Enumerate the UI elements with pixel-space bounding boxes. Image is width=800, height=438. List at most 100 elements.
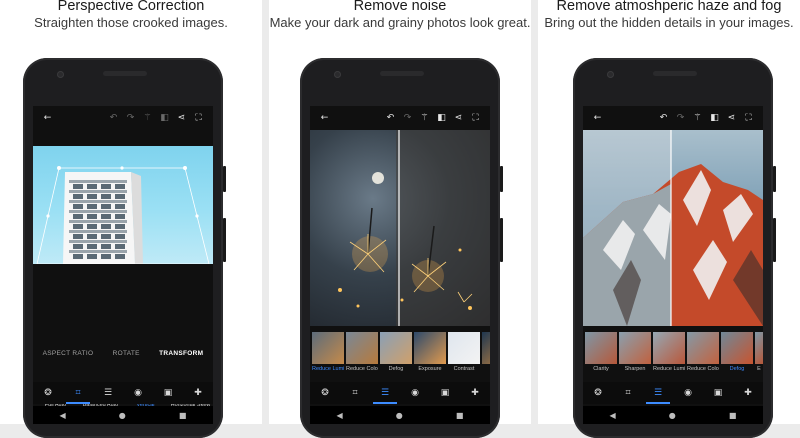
fullscreen-icon[interactable]: ⛶: [740, 113, 757, 123]
undo-icon[interactable]: ↶: [105, 113, 122, 123]
filter-thumbnails: [310, 332, 490, 364]
filter-label[interactable]: Reduce Lumi…: [653, 366, 685, 376]
auto-fix-wand-icon[interactable]: ⚚: [416, 113, 433, 123]
filter-thumb[interactable]: [482, 332, 490, 364]
recents-square-icon[interactable]: ■: [456, 411, 464, 420]
home-circle-icon[interactable]: ●: [119, 411, 126, 420]
panel-subtitle: Bring out the hidden details in your ima…: [544, 15, 794, 30]
building-image: [36, 166, 210, 265]
healing-icon[interactable]: ✚: [188, 388, 208, 398]
looks-icon[interactable]: ❂: [315, 388, 335, 398]
tab-transform[interactable]: TRANSFORM: [159, 350, 203, 357]
front-camera: [607, 71, 614, 78]
fullscreen-icon[interactable]: ⛶: [190, 113, 207, 123]
adjust-sliders-icon[interactable]: ☰: [373, 388, 397, 404]
android-system-nav: ◀ ● ■: [583, 406, 763, 424]
panel-title: Remove noise: [353, 0, 447, 14]
crop-icon[interactable]: ⌗: [618, 388, 638, 398]
app-screen: ← ↶ ↷ ⚚ ◧ ⋖ ⛶: [583, 106, 763, 424]
panel-title: Remove atmoshperic haze and fog: [556, 0, 782, 14]
back-arrow-icon[interactable]: ←: [589, 113, 606, 123]
phone-frame: ← ↶ ↷ ⚚ ◧ ⋖ ⛶: [573, 58, 776, 438]
screenshot-panel-perspective: Perspective Correction Straighten those …: [0, 0, 262, 438]
volume-button: [223, 166, 226, 192]
red-eye-icon[interactable]: ◉: [405, 388, 425, 398]
power-button: [500, 218, 503, 262]
red-eye-icon[interactable]: ◉: [128, 388, 148, 398]
back-triangle-icon[interactable]: ◀: [610, 411, 616, 420]
filter-label[interactable]: Sharpen: [619, 366, 651, 376]
healing-icon[interactable]: ✚: [465, 388, 485, 398]
looks-icon[interactable]: ❂: [38, 388, 58, 398]
filter-thumb[interactable]: [312, 332, 344, 364]
screenshot-panel-noise: Remove noise Make your dark and grainy p…: [269, 0, 531, 438]
filter-label[interactable]: Contrast: [448, 366, 480, 376]
filter-thumb[interactable]: [448, 332, 480, 364]
back-arrow-icon[interactable]: ←: [316, 113, 333, 123]
share-icon[interactable]: ⋖: [450, 113, 467, 123]
crop-icon[interactable]: ⌗: [345, 388, 365, 398]
filter-thumb[interactable]: [619, 332, 651, 364]
undo-icon[interactable]: ↶: [382, 113, 399, 123]
auto-fix-wand-icon[interactable]: ⚚: [139, 113, 156, 123]
redo-icon[interactable]: ↷: [399, 113, 416, 123]
filter-label[interactable]: Exposure: [414, 366, 446, 376]
looks-icon[interactable]: ❂: [588, 388, 608, 398]
crop-icon[interactable]: ⌗: [66, 388, 90, 404]
undo-icon[interactable]: ↶: [655, 113, 672, 123]
filter-label[interactable]: Reduce Colo…: [687, 366, 719, 376]
stickers-icon[interactable]: ▣: [435, 388, 455, 398]
filter-thumb[interactable]: [721, 332, 753, 364]
filter-thumb[interactable]: [346, 332, 378, 364]
stickers-icon[interactable]: ▣: [708, 388, 728, 398]
photo-mountain: [583, 130, 763, 326]
adjust-sliders-icon[interactable]: ☰: [98, 388, 118, 398]
filter-label[interactable]: E: [755, 366, 763, 376]
compare-icon[interactable]: ◧: [156, 113, 173, 123]
phone-frame: ← ↶ ↷ ⚚ ◧ ⋖ ⛶: [23, 58, 226, 438]
filter-thumb[interactable]: [380, 332, 412, 364]
redo-icon[interactable]: ↷: [122, 113, 139, 123]
photo-building: [33, 146, 213, 265]
compare-icon[interactable]: ◧: [706, 113, 723, 123]
fullscreen-icon[interactable]: ⛶: [467, 113, 484, 123]
filter-thumb[interactable]: [653, 332, 685, 364]
red-eye-icon[interactable]: ◉: [678, 388, 698, 398]
filter-labels: Clarity Sharpen Reduce Lumi… Reduce Colo…: [583, 366, 763, 376]
transform-tabs: ASPECT RATIO ROTATE TRANSFORM: [33, 350, 213, 357]
filter-thumb[interactable]: [755, 332, 763, 364]
share-icon[interactable]: ⋖: [173, 113, 190, 123]
filter-label[interactable]: Reduce Colo…: [346, 366, 378, 376]
filter-thumb[interactable]: [585, 332, 617, 364]
redo-icon[interactable]: ↷: [672, 113, 689, 123]
home-circle-icon[interactable]: ●: [669, 411, 676, 420]
volume-button: [500, 166, 503, 192]
compare-icon[interactable]: ◧: [433, 113, 450, 123]
tab-aspect-ratio[interactable]: ASPECT RATIO: [43, 350, 94, 357]
back-triangle-icon[interactable]: ◀: [337, 411, 343, 420]
auto-fix-wand-icon[interactable]: ⚚: [689, 113, 706, 123]
back-triangle-icon[interactable]: ◀: [60, 411, 66, 420]
home-circle-icon[interactable]: ●: [396, 411, 403, 420]
photo-sparkler: [310, 130, 490, 326]
back-arrow-icon[interactable]: ←: [39, 113, 56, 123]
top-toolbar: ← ↶ ↷ ⚚ ◧ ⋖ ⛶: [583, 106, 763, 130]
filter-label[interactable]: Clarity: [585, 366, 617, 376]
filter-label[interactable]: Defog: [721, 366, 753, 376]
filter-labels: Reduce Lumin… Reduce Colo… Defog Exposur…: [310, 366, 490, 376]
share-icon[interactable]: ⋖: [723, 113, 740, 123]
recents-square-icon[interactable]: ■: [729, 411, 737, 420]
front-camera: [334, 71, 341, 78]
tab-rotate[interactable]: ROTATE: [113, 350, 140, 357]
android-system-nav: ◀ ● ■: [33, 406, 213, 424]
filter-thumb[interactable]: [687, 332, 719, 364]
healing-icon[interactable]: ✚: [738, 388, 758, 398]
screenshot-panel-haze: Remove atmoshperic haze and fog Bring ou…: [538, 0, 800, 438]
recents-square-icon[interactable]: ■: [179, 411, 187, 420]
filter-label[interactable]: Defog: [380, 366, 412, 376]
filter-label[interactable]: Reduce Lumin…: [312, 366, 344, 376]
filter-thumb[interactable]: [414, 332, 446, 364]
app-screen: ← ↶ ↷ ⚚ ◧ ⋖ ⛶: [310, 106, 490, 424]
adjust-sliders-icon[interactable]: ☰: [646, 388, 670, 404]
stickers-icon[interactable]: ▣: [158, 388, 178, 398]
